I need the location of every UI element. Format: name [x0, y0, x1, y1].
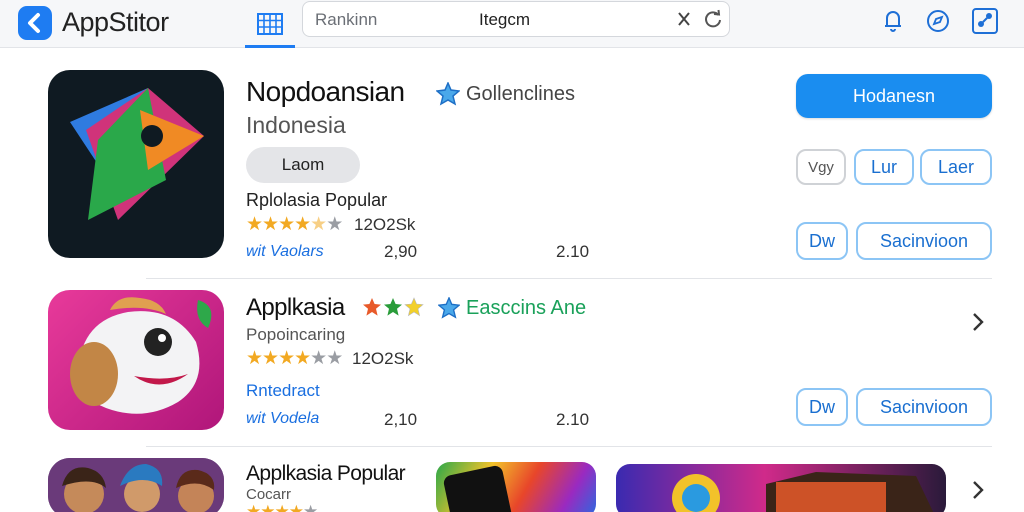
- dw-button-featured[interactable]: Dw: [796, 222, 848, 260]
- verified-icon: [438, 297, 460, 319]
- app-subtitle-third: Cocarr: [246, 486, 292, 503]
- tag-pill[interactable]: Laom: [246, 147, 360, 183]
- appstore-logo-icon[interactable]: [18, 6, 52, 40]
- app-icon-third[interactable]: [48, 458, 224, 512]
- metric-a-featured: 2,90: [384, 242, 418, 261]
- developer-badge-second[interactable]: Easccins Ane: [362, 296, 586, 320]
- developer-name: Gollenclines: [466, 82, 575, 105]
- rating-count-featured: 12O2Sk: [354, 215, 416, 234]
- app-category-featured: Rplolasia Popular: [246, 190, 388, 210]
- app-icon-featured[interactable]: [48, 70, 224, 258]
- bell-icon[interactable]: [878, 6, 908, 36]
- app-title-second[interactable]: Applkasia: [246, 294, 345, 322]
- top-bar: AppStitor Rankinn Itegcm: [0, 0, 1024, 48]
- app-icon-second[interactable]: [48, 290, 224, 430]
- row-divider: [146, 446, 992, 447]
- metric-b-second: 2.10: [556, 410, 590, 429]
- close-icon[interactable]: [673, 8, 695, 30]
- search-value: Itegcm: [479, 10, 531, 29]
- reload-icon[interactable]: [701, 7, 725, 31]
- wide-button-featured[interactable]: Sacinvioon: [856, 222, 992, 260]
- app-subtitle-second: Popoincaring: [246, 325, 346, 344]
- app-title-featured[interactable]: Nopdoansian: [246, 76, 405, 108]
- release-notes-link[interactable]: Rntedract: [246, 381, 320, 401]
- wide-button-second[interactable]: Sacinvioon: [856, 388, 992, 426]
- app-subtitle-featured: Indonesia: [246, 112, 346, 138]
- small-button-2[interactable]: Lur: [854, 149, 914, 185]
- developer-name-second: Easccins Ane: [466, 296, 587, 319]
- chevron-right-icon[interactable]: [968, 478, 988, 502]
- metric-b-featured: 2.10: [556, 242, 590, 261]
- colorful-stars-icon: [363, 297, 424, 317]
- grid-icon[interactable]: [245, 0, 295, 48]
- star-rating-second: ★★★★★★: [246, 348, 343, 369]
- compass-icon[interactable]: [923, 6, 953, 36]
- star-rating-featured: ★★★★★★: [246, 214, 343, 235]
- app-title-third[interactable]: Applkasia Popular: [246, 462, 406, 486]
- screenshot-thumbnail-2[interactable]: [616, 464, 946, 512]
- search-placeholder: Rankinn: [315, 10, 378, 29]
- row-divider: [146, 278, 992, 279]
- chevron-right-icon[interactable]: [968, 310, 988, 334]
- developer-link-second[interactable]: wit Vodela: [246, 410, 319, 428]
- primary-action-button[interactable]: Hodanesn: [796, 74, 992, 118]
- developer-badge[interactable]: Gollenclines: [436, 82, 575, 106]
- small-button-1[interactable]: Vgy: [796, 149, 846, 185]
- share-icon[interactable]: [970, 6, 1000, 36]
- search-input[interactable]: Rankinn Itegcm: [302, 1, 730, 37]
- dw-button-second[interactable]: Dw: [796, 388, 848, 426]
- screenshot-thumbnail-1[interactable]: [436, 462, 596, 512]
- star-rating-third: ★★★★★: [246, 502, 318, 512]
- metric-a-second: 2,10: [384, 410, 418, 429]
- developer-link-featured[interactable]: wit Vaolars: [246, 243, 324, 261]
- verified-icon: [436, 82, 460, 106]
- app-title: AppStitor: [62, 7, 169, 37]
- rating-count-second: 12O2Sk: [352, 349, 414, 368]
- small-button-3[interactable]: Laer: [920, 149, 992, 185]
